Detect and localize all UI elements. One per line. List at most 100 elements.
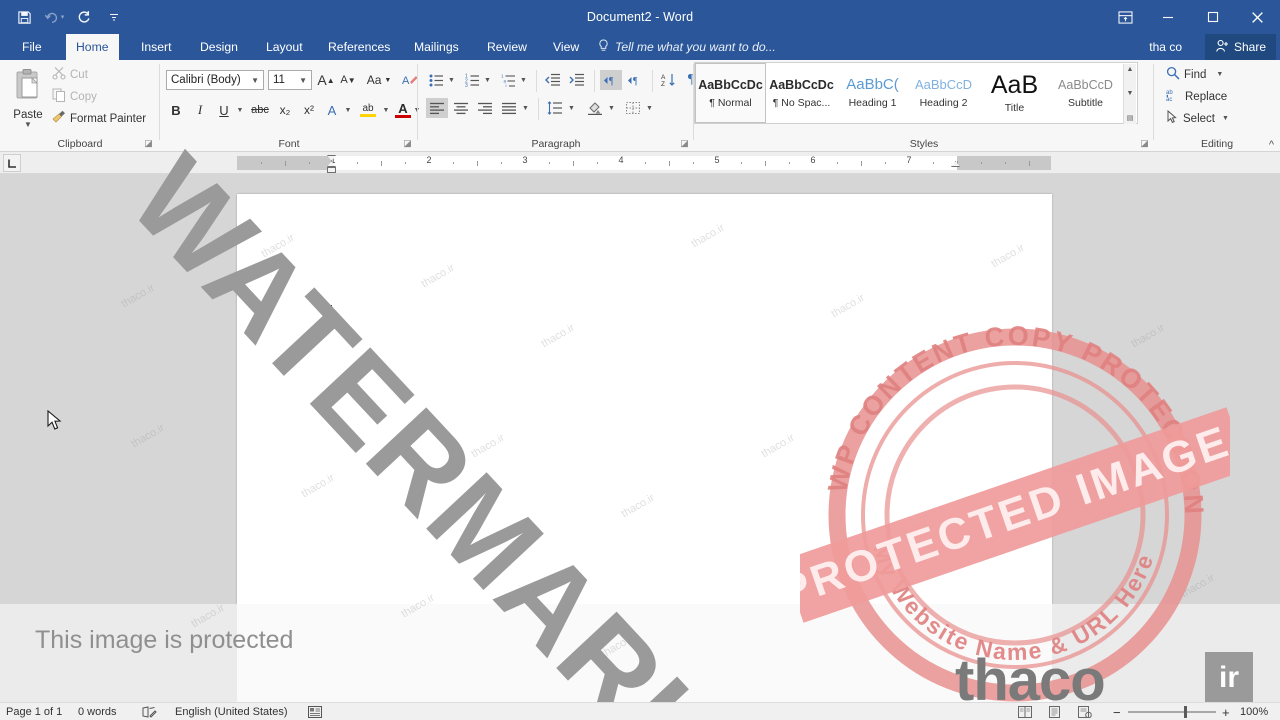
- document-page[interactable]: [237, 194, 1052, 624]
- ribbon-display-options-icon[interactable]: [1105, 0, 1145, 34]
- style-normal[interactable]: AaBbCcDc ¶ Normal: [695, 63, 766, 123]
- right-to-left-icon[interactable]: ¶: [624, 70, 646, 90]
- styles-dialog-launcher[interactable]: ◪: [1139, 138, 1150, 149]
- underline-button[interactable]: U: [214, 100, 234, 120]
- line-spacing-icon[interactable]: [544, 98, 566, 118]
- paste-dropdown-caret[interactable]: ▼: [24, 121, 32, 129]
- sort-icon[interactable]: AZ: [658, 70, 680, 90]
- share-button[interactable]: Share: [1204, 34, 1276, 60]
- grow-font-button[interactable]: A ▲: [316, 70, 336, 90]
- account-name[interactable]: tha co: [1149, 34, 1182, 60]
- tab-file[interactable]: File: [12, 34, 52, 60]
- decrease-indent-icon[interactable]: [542, 70, 564, 90]
- style-subtitle[interactable]: AaBbCcD Subtitle: [1050, 63, 1121, 123]
- tab-home[interactable]: Home: [66, 34, 119, 60]
- page-indicator[interactable]: Page 1 of 1: [6, 703, 62, 720]
- proofing-errors-icon[interactable]: [142, 703, 157, 720]
- strikethrough-button[interactable]: abc: [248, 100, 272, 120]
- bullets-icon[interactable]: [426, 70, 446, 90]
- collapse-ribbon-icon[interactable]: ^: [1269, 139, 1274, 151]
- chevron-down-icon[interactable]: ▼: [299, 76, 307, 85]
- justify-icon[interactable]: [498, 98, 520, 118]
- find-dropdown-caret[interactable]: ▼: [1216, 71, 1223, 78]
- font-size-combo[interactable]: 11 ▼: [268, 70, 312, 90]
- zoom-slider-track[interactable]: [1128, 711, 1216, 713]
- tab-review[interactable]: Review: [477, 34, 537, 60]
- tell-me-search[interactable]: Tell me what you want to do...: [598, 34, 776, 60]
- highlight-color-swatch: [360, 114, 376, 117]
- borders-dropdown-caret[interactable]: ▼: [644, 98, 655, 118]
- left-tab-stop-icon[interactable]: [3, 154, 21, 172]
- text-effects-dropdown-caret[interactable]: ▼: [342, 100, 354, 120]
- style-heading-2[interactable]: AaBbCcD Heading 2: [908, 63, 979, 123]
- font-dialog-launcher[interactable]: ◪: [402, 138, 413, 149]
- align-right-icon[interactable]: [474, 98, 496, 118]
- zoom-level[interactable]: 100%: [1240, 703, 1268, 720]
- horizontal-ruler[interactable]: 1 2 3 4 5 6 7: [0, 152, 1280, 174]
- align-left-icon[interactable]: [426, 98, 448, 118]
- subscript-button[interactable]: x₂: [274, 100, 296, 120]
- numbering-dropdown-caret[interactable]: ▼: [482, 70, 493, 90]
- styles-gallery-scroll[interactable]: ▲ ▼ ▤: [1123, 64, 1136, 124]
- bullets-dropdown-caret[interactable]: ▼: [446, 70, 457, 90]
- tab-layout[interactable]: Layout: [256, 34, 313, 60]
- line-spacing-dropdown-caret[interactable]: ▼: [566, 98, 577, 118]
- select-dropdown-caret[interactable]: ▼: [1222, 115, 1229, 122]
- borders-icon[interactable]: [622, 98, 644, 118]
- zoom-slider-thumb[interactable]: [1184, 706, 1187, 718]
- shading-dropdown-caret[interactable]: ▼: [606, 98, 617, 118]
- multilevel-dropdown-caret[interactable]: ▼: [518, 70, 529, 90]
- bold-button[interactable]: B: [166, 100, 186, 120]
- paragraph-dialog-launcher[interactable]: ◪: [679, 138, 690, 149]
- scroll-down-icon[interactable]: ▼: [1127, 90, 1134, 97]
- word-count[interactable]: 0 words: [78, 703, 117, 720]
- italic-button[interactable]: I: [190, 100, 210, 120]
- font-color-button[interactable]: A: [392, 98, 414, 122]
- minimize-icon[interactable]: [1145, 0, 1190, 34]
- zoom-out-button[interactable]: −: [1113, 703, 1121, 720]
- align-center-icon[interactable]: [450, 98, 472, 118]
- multilevel-list-icon[interactable]: 1ai: [498, 70, 518, 90]
- print-layout-icon[interactable]: [1048, 703, 1061, 720]
- tab-mailings[interactable]: Mailings: [404, 34, 469, 60]
- document-canvas[interactable]: This image is protected: [0, 174, 1280, 702]
- replace-button[interactable]: ab ac Replace: [1166, 88, 1227, 105]
- ribbon-group-font: Calibri (Body) ▼ 11 ▼ A ▲ A ▼ Aa ▼ A B I…: [160, 60, 420, 152]
- shrink-font-button[interactable]: A ▼: [338, 70, 358, 90]
- maximize-icon[interactable]: [1190, 0, 1235, 34]
- style-heading-1[interactable]: AaBbC( Heading 1: [837, 63, 908, 123]
- shading-icon[interactable]: [584, 98, 606, 118]
- text-highlight-button[interactable]: ab: [356, 98, 380, 122]
- chevron-down-icon[interactable]: ▼: [251, 76, 259, 85]
- find-button[interactable]: Find ▼: [1166, 66, 1223, 83]
- web-layout-icon[interactable]: [1078, 703, 1092, 720]
- justify-dropdown-caret[interactable]: ▼: [520, 98, 531, 118]
- format-painter-button[interactable]: Format Painter: [52, 110, 146, 127]
- superscript-button[interactable]: x²: [298, 100, 320, 120]
- change-case-button[interactable]: Aa ▼: [362, 70, 396, 90]
- text-effects-button[interactable]: A: [322, 100, 342, 120]
- tab-view[interactable]: View: [543, 34, 589, 60]
- clipboard-dialog-launcher[interactable]: ◪: [143, 138, 154, 149]
- numbering-icon[interactable]: 123: [462, 70, 482, 90]
- tab-insert[interactable]: Insert: [131, 34, 181, 60]
- scroll-up-icon[interactable]: ▲: [1127, 66, 1134, 73]
- underline-dropdown-caret[interactable]: ▼: [234, 100, 246, 120]
- style-title[interactable]: AaB Title: [979, 63, 1050, 123]
- close-icon[interactable]: [1235, 0, 1280, 34]
- paste-button[interactable]: Paste ▼: [6, 64, 50, 140]
- increase-indent-icon[interactable]: [566, 70, 588, 90]
- left-to-right-icon[interactable]: ¶: [600, 70, 622, 90]
- style-no-spacing[interactable]: AaBbCcDc ¶ No Spac...: [766, 63, 837, 123]
- read-mode-icon[interactable]: [1018, 703, 1032, 720]
- zoom-in-button[interactable]: +: [1222, 703, 1230, 720]
- language-indicator[interactable]: English (United States): [175, 703, 288, 720]
- macro-recording-icon[interactable]: [308, 703, 322, 720]
- styles-more-icon[interactable]: ▤: [1127, 114, 1134, 122]
- font-family-combo[interactable]: Calibri (Body) ▼: [166, 70, 264, 90]
- tab-references[interactable]: References: [318, 34, 400, 60]
- tab-design[interactable]: Design: [190, 34, 248, 60]
- highlight-dropdown-caret[interactable]: ▼: [380, 100, 392, 120]
- select-button[interactable]: Select ▼: [1166, 109, 1229, 127]
- left-indent-marker[interactable]: [327, 167, 336, 173]
